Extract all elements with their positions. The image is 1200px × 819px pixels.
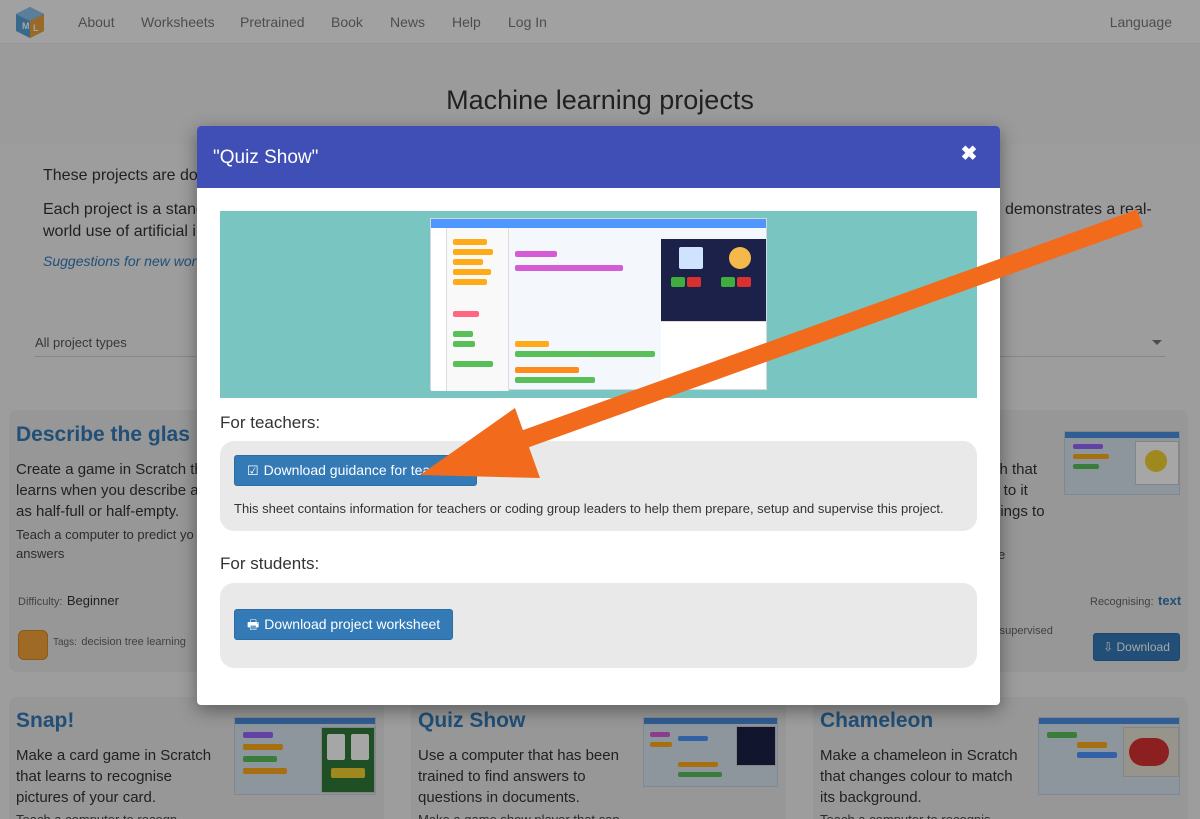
print-icon: 🖶 — [247, 617, 260, 632]
teachers-heading: For teachers: — [220, 413, 321, 432]
project-screenshot — [220, 211, 977, 398]
close-icon[interactable]: ✖ — [958, 143, 980, 165]
modal-header: "Quiz Show" ✖ — [197, 126, 1000, 188]
scratch-editor-image — [430, 218, 767, 391]
download-guidance-button[interactable]: ☑ Download guidance for teachers — [234, 455, 478, 486]
students-heading: For students: — [220, 554, 320, 573]
modal-title: "Quiz Show" — [213, 147, 319, 168]
checkbox-icon: ☑ — [247, 463, 259, 478]
download-worksheet-button[interactable]: 🖶 Download project worksheet — [234, 609, 454, 640]
teachers-description: This sheet contains information for teac… — [234, 501, 944, 516]
project-modal: "Quiz Show" ✖ For teachers: ☑ Download g… — [197, 126, 1000, 705]
students-panel: 🖶 Download project worksheet — [220, 583, 977, 668]
teachers-panel: ☑ Download guidance for teachers This she… — [220, 441, 977, 531]
